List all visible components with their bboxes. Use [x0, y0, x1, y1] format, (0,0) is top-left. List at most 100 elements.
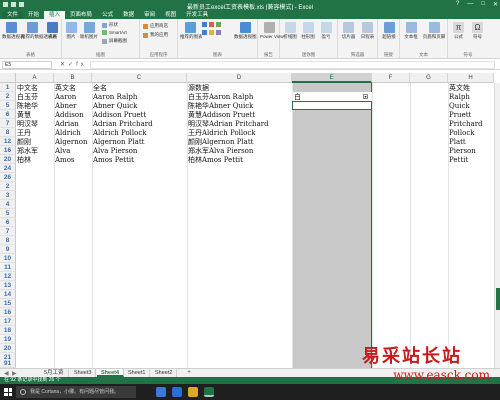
edge-icon[interactable]	[172, 387, 182, 397]
row-header[interactable]: 16	[0, 146, 16, 155]
cell-h6[interactable]: Pollock	[448, 128, 475, 137]
sheet-tab-may-salary[interactable]: 5月工资	[40, 369, 69, 377]
row-header[interactable]: 12	[0, 272, 16, 281]
cell-b5[interactable]: Adrian	[54, 119, 79, 128]
cell-d5[interactable]: 明汉琴Adrian Pritchard	[187, 119, 269, 128]
cell-d4[interactable]: 黄慧Addison Pruett	[187, 110, 255, 119]
sparkline-winloss-button[interactable]: 盈亏	[318, 22, 334, 40]
column-header-g[interactable]: G	[410, 73, 448, 83]
column-header-h[interactable]: H	[448, 73, 494, 83]
store-button[interactable]: 应用商店	[143, 23, 168, 29]
cell-c5[interactable]: Adrian Pritchard	[92, 119, 153, 128]
row-header[interactable]: 3	[0, 191, 16, 200]
cell-h2[interactable]: Ralph	[448, 92, 470, 101]
column-header-c[interactable]: C	[92, 73, 187, 83]
cell-d9[interactable]: 柏林Amos Pettit	[187, 155, 243, 164]
cell-d7[interactable]: 颜刚Algernon Platt	[187, 137, 253, 146]
cell-d2[interactable]: 白玉芬Aaron Ralph	[187, 92, 253, 101]
table-button[interactable]: 表格	[45, 22, 60, 40]
shapes-button[interactable]: 形状	[102, 22, 118, 28]
cell-b1[interactable]: 英文名	[54, 83, 76, 92]
name-box[interactable]: E5	[2, 61, 52, 69]
cell-a1[interactable]: 中文名	[16, 83, 38, 92]
column-header-d[interactable]: D	[187, 73, 292, 83]
header-footer-button[interactable]: 页眉和页脚	[422, 22, 446, 40]
cell-a9[interactable]: 柏林	[16, 155, 31, 164]
row-header[interactable]: 5	[0, 209, 16, 218]
sheet-tab-sheet3[interactable]: Sheet3	[70, 369, 97, 377]
textbox-button[interactable]: 文本框	[402, 22, 420, 40]
row-header[interactable]: 18	[0, 326, 16, 335]
row-header[interactable]: 14	[0, 290, 16, 299]
cell-h4[interactable]: Pruett	[448, 110, 471, 119]
close-button[interactable]: ✕	[493, 1, 498, 8]
tab-review[interactable]: 审阅	[139, 11, 160, 19]
cell-c7[interactable]: Algernon Platt	[92, 137, 144, 146]
equation-button[interactable]: π 公式	[450, 22, 467, 40]
row-header[interactable]: 8	[0, 128, 16, 137]
tab-home[interactable]: 开始	[23, 11, 44, 19]
row-header[interactable]: 1	[0, 83, 16, 92]
tab-formulas[interactable]: 公式	[97, 11, 118, 19]
cell-d6[interactable]: 王丹Aldrich Pollock	[187, 128, 256, 137]
next-sheet-icon[interactable]: ▶	[12, 370, 17, 377]
row-header[interactable]: 9	[0, 245, 16, 254]
row-header[interactable]: 20	[0, 344, 16, 353]
row-header[interactable]: 12	[0, 137, 16, 146]
tab-view[interactable]: 视图	[160, 11, 181, 19]
help-button[interactable]: ?	[456, 1, 459, 8]
minimize-button[interactable]: —	[467, 1, 473, 8]
tab-file[interactable]: 文件	[2, 11, 24, 19]
row-header[interactable]: 10	[0, 254, 16, 263]
column-header-f[interactable]: F	[372, 73, 410, 83]
row-header[interactable]: 20	[0, 155, 16, 164]
cell-a6[interactable]: 王丹	[16, 128, 31, 137]
cell-c4[interactable]: Addison Pruett	[92, 110, 146, 119]
row-header[interactable]: 7	[0, 119, 16, 128]
cell-d1[interactable]: 源数据	[187, 83, 209, 92]
sheet-tab-sheet1[interactable]: Sheet1	[124, 369, 151, 377]
cell-e2[interactable]: 白	[293, 92, 372, 101]
row-header[interactable]: 16	[0, 308, 16, 317]
worksheet-grid[interactable]: 1 2 5 6 7 8 12 16 20 24 26 2 3 4 5 6 7 8…	[0, 83, 500, 368]
cortana-search-box[interactable]: 我是 Cortana，小娜。有问题尽管问我。	[16, 386, 136, 398]
cell-b3[interactable]: Abner	[54, 101, 77, 110]
row-header[interactable]: 6	[0, 218, 16, 227]
power-view-button[interactable]: Power View	[260, 22, 284, 39]
pivot-chart-button[interactable]: 数据透视图	[234, 22, 257, 40]
cell-a8[interactable]: 郑水军	[16, 146, 38, 155]
cell-b2[interactable]: Aaron	[54, 92, 76, 101]
flash-fill-options-icon[interactable]: ▾	[363, 94, 368, 99]
cell-b6[interactable]: Aldrich	[54, 128, 81, 137]
cell-c1[interactable]: 全名	[92, 83, 107, 92]
online-picture-button[interactable]: 联机图片	[80, 22, 98, 40]
tab-page-layout[interactable]: 页面布局	[65, 11, 97, 19]
row-header[interactable]: 26	[0, 173, 16, 182]
row-header[interactable]: 24	[0, 164, 16, 173]
recommended-pivot-button[interactable]: 推荐的数据透视表	[21, 22, 57, 40]
row-header[interactable]: 15	[0, 299, 16, 308]
prev-sheet-icon[interactable]: ◀	[4, 370, 9, 377]
cell-h3[interactable]: Quick	[448, 101, 470, 110]
slicer-button[interactable]: 切片器	[340, 22, 357, 40]
row-header[interactable]: 2	[0, 92, 16, 101]
cell-h9[interactable]: Pettit	[448, 155, 468, 164]
symbol-button[interactable]: Ω 符号	[469, 22, 486, 40]
cell-h1[interactable]: 英文姓	[448, 83, 470, 92]
row-header[interactable]: 13	[0, 281, 16, 290]
sheet-tab-sheet2[interactable]: Sheet2	[151, 369, 178, 377]
cell-a2[interactable]: 白玉芬	[16, 92, 38, 101]
row-header[interactable]: 7	[0, 227, 16, 236]
cell-d3[interactable]: 陈艳华Abner Quick	[187, 101, 253, 110]
hyperlink-button[interactable]: 超链接	[380, 22, 398, 40]
formula-input[interactable]	[90, 61, 495, 69]
scrollbar-thumb[interactable]	[496, 288, 500, 310]
fx-icon[interactable]: ✕✓fx	[60, 61, 87, 68]
windows-start-icon[interactable]	[4, 388, 12, 396]
cell-h7[interactable]: Platt	[448, 137, 466, 146]
cell-c9[interactable]: Amos Pettit	[92, 155, 134, 164]
cell-a5[interactable]: 明汉琴	[16, 119, 38, 128]
cell-c2[interactable]: Aaron Ralph	[92, 92, 137, 101]
cell-c3[interactable]: Abner Quick	[92, 101, 137, 110]
cell-b9[interactable]: Amos	[54, 155, 75, 164]
